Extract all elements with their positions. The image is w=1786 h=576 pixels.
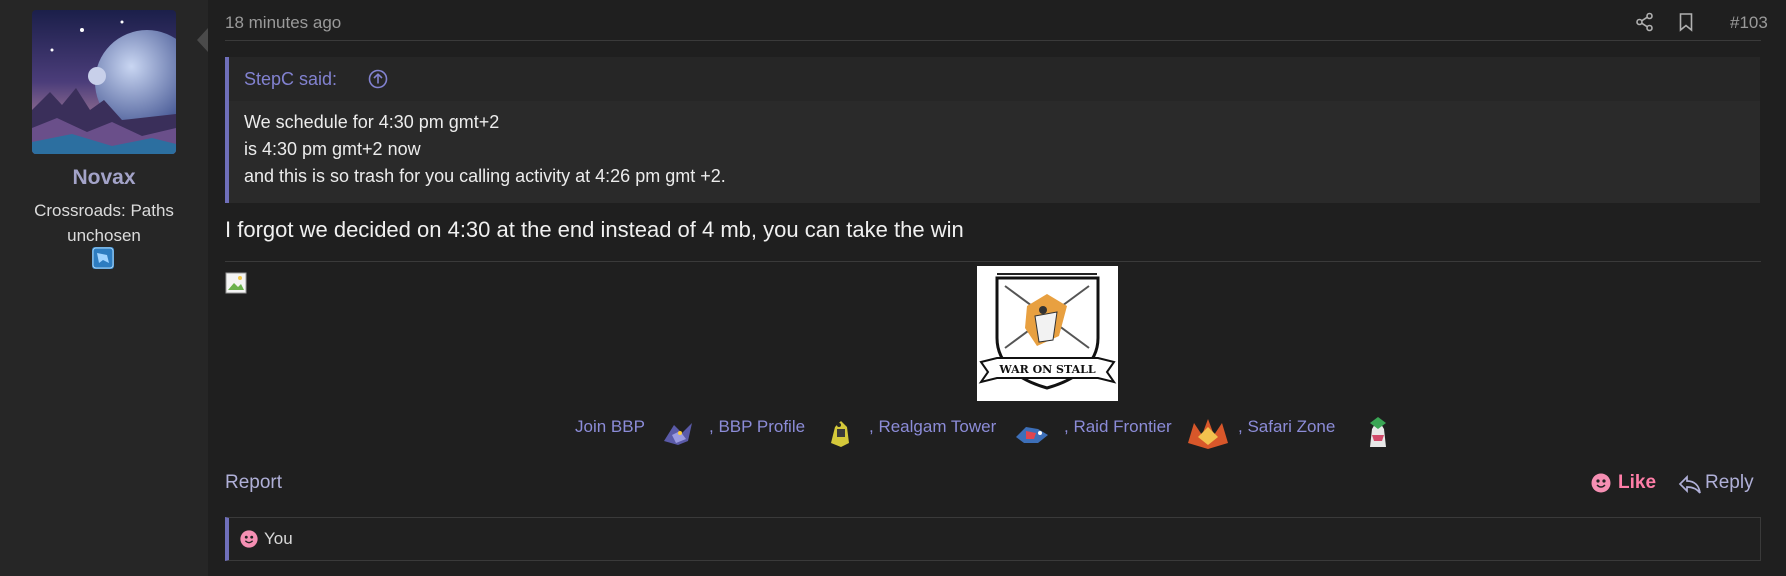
post-time[interactable]: 18 minutes ago (225, 13, 341, 33)
quote-line: We schedule for 4:30 pm gmt+2 (244, 112, 500, 132)
share-icon[interactable] (1635, 12, 1655, 32)
post-body: 18 minutes ago #103 StepC said: We sched… (208, 0, 1786, 576)
report-link[interactable]: Report (225, 472, 282, 494)
join-bbp-link[interactable]: Join BBP (575, 417, 645, 437)
raid-frontier-link[interactable]: , Raid Frontier (1064, 417, 1172, 437)
bookmark-icon[interactable] (1676, 12, 1696, 32)
pokemon-sprite-icon (1358, 413, 1398, 453)
post-arrow (197, 28, 208, 52)
quote-line: and this is so trash for you calling act… (244, 166, 726, 186)
pokemon-sprite-icon (821, 413, 861, 453)
like-reaction-icon (239, 529, 259, 549)
like-label: Like (1618, 472, 1657, 493)
user-title: Crossroads: Paths unchosen (34, 201, 174, 245)
quote-content: We schedule for 4:30 pm gmt+2 is 4:30 pm… (229, 101, 1760, 203)
post-number[interactable]: #103 (1730, 13, 1768, 33)
user-column: Novax Crossroads: Paths unchosen (0, 0, 208, 576)
arrow-up-circle-icon[interactable] (367, 68, 389, 90)
user-avatar[interactable] (32, 10, 176, 154)
pokemon-sprite-icon (658, 413, 698, 453)
username[interactable]: Novax (0, 166, 208, 190)
quote-title: StepC said: (229, 57, 1760, 101)
likes-summary: You (225, 517, 1761, 561)
quote-line: is 4:30 pm gmt+2 now (244, 139, 421, 159)
likes-summary-text[interactable]: You (264, 529, 293, 549)
war-on-stall-logo: WAR ON STALL (977, 266, 1118, 401)
signature-links: Join BBP , BBP Profile , Realgam Tower ,… (208, 413, 1786, 453)
pokemon-sprite-icon (1184, 413, 1228, 453)
like-reaction-icon (1590, 472, 1612, 494)
user-badge-icon (92, 247, 114, 269)
message-text: I forgot we decided on 4:30 at the end i… (225, 217, 964, 242)
bbp-profile-link[interactable]: , BBP Profile (709, 417, 805, 437)
pokemon-sprite-icon (1012, 413, 1052, 453)
signature-divider (225, 261, 1761, 262)
reply-label: Reply (1705, 472, 1754, 493)
quote-author[interactable]: StepC said: (244, 69, 337, 90)
quote-block: StepC said: We schedule for 4:30 pm gmt+… (225, 57, 1760, 203)
broken-image-icon (225, 272, 247, 294)
logo-text: WAR ON STALL (998, 363, 1095, 376)
post-header: 18 minutes ago #103 (225, 10, 1768, 41)
safari-zone-link[interactable]: , Safari Zone (1238, 417, 1335, 437)
realgam-tower-link[interactable]: , Realgam Tower (869, 417, 996, 437)
reply-icon (1678, 473, 1702, 495)
